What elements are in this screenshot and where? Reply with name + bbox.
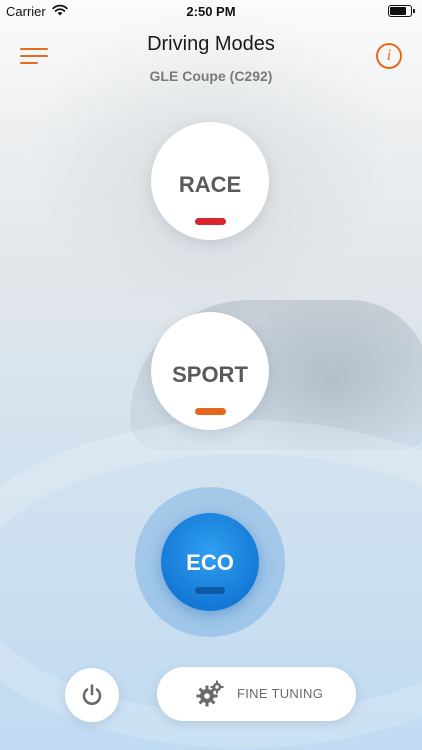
eco-mode-label: ECO: [186, 550, 234, 575]
battery-icon: [388, 5, 415, 17]
driving-modes-screen: Carrier 2:50 PM Driving Modes GLE Coupe …: [0, 0, 422, 750]
info-icon: i: [386, 47, 392, 64]
eco-mode-indicator: [195, 587, 225, 594]
power-button[interactable]: [65, 668, 119, 722]
race-mode-label: RACE: [178, 172, 242, 197]
race-mode-indicator: [195, 218, 226, 225]
status-time: 2:50 PM: [186, 4, 236, 19]
vehicle-model-label: GLE Coupe (C292): [149, 68, 273, 84]
fine-tuning-label: FINE TUNING: [237, 686, 324, 701]
sport-mode-label: SPORT: [172, 362, 248, 387]
page-title: Driving Modes: [147, 33, 275, 55]
race-mode-button[interactable]: RACE: [151, 122, 269, 240]
status-bar: Carrier 2:50 PM: [0, 0, 422, 22]
info-button[interactable]: i: [376, 43, 402, 69]
eco-mode-button[interactable]: ECO: [161, 513, 259, 611]
fine-tuning-button[interactable]: FINE TUNING: [157, 667, 356, 721]
gears-icon: [196, 680, 224, 707]
power-icon: [82, 684, 102, 705]
sport-mode-indicator: [195, 408, 226, 415]
sport-mode-button[interactable]: SPORT: [151, 312, 269, 430]
